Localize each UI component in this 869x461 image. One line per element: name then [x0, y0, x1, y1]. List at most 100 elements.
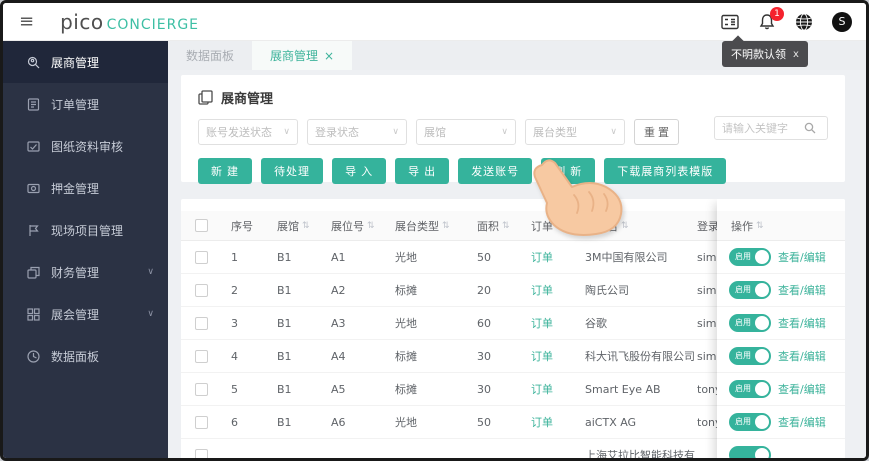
sort-icon[interactable]: ⇅: [367, 221, 375, 231]
cell-hall: B1: [277, 283, 292, 297]
view-edit-link[interactable]: 查看/编辑: [778, 282, 826, 298]
row-checkbox[interactable]: [195, 415, 208, 429]
sort-icon[interactable]: ⇅: [502, 221, 510, 231]
tab-label: 数据面板: [186, 49, 235, 63]
row-checkbox[interactable]: [195, 316, 208, 330]
reset-button[interactable]: 重 置: [634, 119, 680, 145]
view-edit-link[interactable]: 查看/编辑: [778, 249, 826, 265]
enable-toggle[interactable]: 启用: [729, 413, 771, 431]
header-name[interactable]: 展商名 ⇅: [585, 218, 697, 234]
cell-no: 3: [231, 316, 238, 330]
user-avatar[interactable]: S: [832, 11, 852, 32]
sidebar-item-finance-management[interactable]: 财务管理 ∨: [3, 251, 168, 293]
operations-row: 启用 查看/编辑: [717, 241, 845, 274]
sort-icon[interactable]: ⇅: [756, 221, 764, 231]
hall-select[interactable]: 展馆 ∨: [416, 119, 516, 145]
operations-pinned-column: 操作⇅ 启用 查看/编辑 启用 查看/编辑 启用 查看/编辑 启用 查看/编辑: [717, 199, 845, 458]
enable-toggle[interactable]: 启用: [729, 248, 771, 266]
enable-toggle[interactable]: 启用: [729, 380, 771, 398]
header-area[interactable]: 面积 ⇅: [477, 218, 531, 234]
order-link[interactable]: 订单: [531, 249, 585, 265]
chevron-down-icon: ∨: [392, 127, 399, 137]
panel-title-text: 展商管理: [221, 92, 274, 107]
sidebar-item-order-management[interactable]: 订单管理: [3, 83, 168, 125]
claim-icon[interactable]: [721, 13, 739, 31]
enable-toggle[interactable]: 启用: [729, 314, 771, 332]
download-template-button[interactable]: 下载展商列表模版: [604, 158, 727, 184]
order-link[interactable]: 订单: [531, 414, 585, 430]
sidebar-item-drawing-review[interactable]: 图纸资料审核: [3, 125, 168, 167]
header-hall[interactable]: 展馆 ⇅: [277, 218, 331, 234]
refresh-button[interactable]: 刷 新: [541, 158, 596, 184]
cell-exhibitor-name: Smart Eye AB: [585, 382, 661, 396]
sidebar-item-data-panel[interactable]: 数据面板: [3, 335, 168, 377]
sidebar-item-label: 押金管理: [51, 181, 100, 196]
tab-label: 展商管理: [270, 49, 319, 63]
login-status-select[interactable]: 登录状态 ∨: [307, 119, 407, 145]
cell-exhibitor-name: 谷歌: [585, 317, 607, 330]
sort-icon[interactable]: ⇅: [621, 221, 629, 231]
row-checkbox[interactable]: [195, 448, 208, 458]
row-checkbox[interactable]: [195, 283, 208, 297]
operations-row: [717, 439, 845, 458]
view-edit-link[interactable]: 查看/编辑: [778, 315, 826, 331]
view-edit-link[interactable]: 查看/编辑: [778, 414, 826, 430]
data-panel-icon: [27, 349, 40, 363]
sidebar-item-exhibition-management[interactable]: 展会管理 ∨: [3, 293, 168, 335]
select-all-checkbox[interactable]: [195, 219, 208, 232]
sidebar-item-label: 现场项目管理: [51, 223, 124, 238]
row-checkbox[interactable]: [195, 382, 208, 396]
sort-icon[interactable]: ⇅: [302, 221, 310, 231]
tab-data-panel[interactable]: 数据面板: [168, 41, 252, 70]
order-link[interactable]: 订单: [531, 315, 585, 331]
tab-exhibitor-management[interactable]: 展商管理 ×: [252, 41, 353, 70]
order-link[interactable]: 订单: [531, 381, 585, 397]
row-checkbox[interactable]: [195, 349, 208, 363]
header-booth[interactable]: 展位号 ⇅: [331, 218, 395, 234]
order-link[interactable]: 订单: [531, 348, 585, 364]
toggle-knob: [755, 382, 769, 396]
header-type[interactable]: 展台类型 ⇅: [395, 218, 477, 234]
tooltip-close-icon[interactable]: x: [793, 49, 799, 60]
keyword-search-input[interactable]: [722, 121, 804, 135]
chevron-down-icon: ∨: [147, 267, 154, 277]
sidebar-item-exhibitor-management[interactable]: 展商管理: [3, 41, 168, 83]
export-button[interactable]: 导 出: [395, 158, 450, 184]
chevron-down-icon: ∨: [283, 127, 290, 137]
view-edit-link[interactable]: 查看/编辑: [778, 381, 826, 397]
cell-no: 1: [231, 250, 238, 264]
hamburger-menu-icon[interactable]: ≡: [19, 12, 34, 31]
notification-badge: 1: [770, 6, 784, 21]
enable-toggle[interactable]: 启用: [729, 281, 771, 299]
toggle-knob: [755, 250, 769, 264]
notification-bell-icon[interactable]: 1: [758, 6, 784, 31]
pending-button[interactable]: 待处理: [261, 158, 324, 184]
language-globe-icon[interactable]: [795, 13, 813, 31]
import-button[interactable]: 导 入: [332, 158, 387, 184]
order-link[interactable]: 订单: [531, 282, 585, 298]
cell-hall: B1: [277, 382, 292, 396]
sidebar-item-deposit-management[interactable]: 押金管理: [3, 167, 168, 209]
new-button[interactable]: 新 建: [198, 158, 253, 184]
view-edit-link[interactable]: 查看/编辑: [778, 348, 826, 364]
header-operations[interactable]: 操作 ⇅: [717, 211, 845, 241]
sort-icon[interactable]: ⇅: [442, 221, 450, 231]
keyword-search-box[interactable]: [714, 116, 828, 140]
operations-row: 启用 查看/编辑: [717, 274, 845, 307]
toggle-label: 启用: [735, 384, 751, 393]
app-logo: pico CONCIERGE: [60, 10, 199, 34]
send-account-button[interactable]: 发送账号: [458, 158, 533, 184]
cell-area: 30: [477, 382, 491, 396]
account-send-status-select[interactable]: 账号发送状态 ∨: [198, 119, 298, 145]
tab-close-icon[interactable]: ×: [324, 49, 334, 63]
enable-toggle[interactable]: [729, 446, 771, 458]
select-placeholder: 展馆: [424, 126, 446, 139]
row-checkbox[interactable]: [195, 250, 208, 264]
header-order[interactable]: 订单 ⇅: [531, 218, 585, 234]
sort-icon[interactable]: ⇅: [556, 221, 564, 231]
booth-type-select[interactable]: 展台类型 ∨: [525, 119, 625, 145]
sidebar-nav: 展商管理 订单管理 图纸资料审核 押金管理 现场项目管理 财务管理 ∨ 展会管理…: [3, 41, 168, 458]
enable-toggle[interactable]: 启用: [729, 347, 771, 365]
cell-area: 20: [477, 283, 491, 297]
sidebar-item-onsite-project-management[interactable]: 现场项目管理: [3, 209, 168, 251]
